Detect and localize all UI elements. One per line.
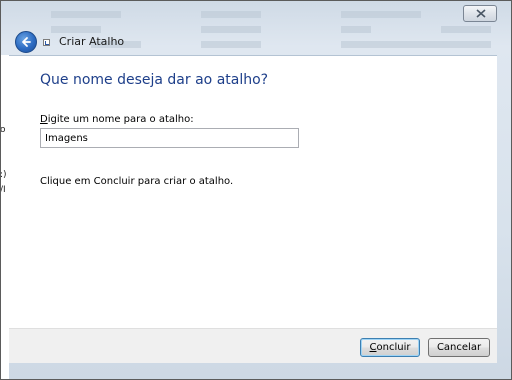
window-border xyxy=(0,0,512,380)
